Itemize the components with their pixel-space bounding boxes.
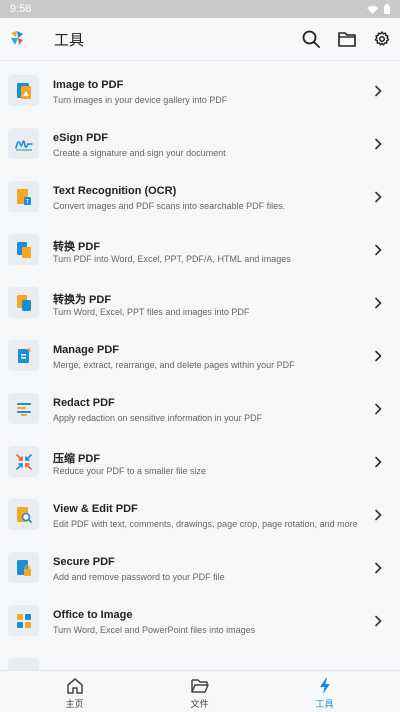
status-time: 9:58 [10, 3, 32, 15]
redact-icon [16, 402, 31, 416]
app-bar: 工具 [0, 18, 400, 60]
chevron-right-icon [375, 509, 382, 521]
page-title: 工具 [54, 32, 85, 49]
tool-title: eSign PDF [53, 132, 109, 144]
svg-text:T: T [24, 198, 29, 205]
tool-description: Edit PDF with text, comments, drawings, … [53, 519, 358, 529]
tool-item-esign-pdf[interactable]: eSign PDF Create a signature and sign yo… [0, 117, 400, 170]
lightning-icon [320, 678, 330, 694]
secure-pdf-icon [16, 559, 31, 576]
manage-pdf-icon [17, 347, 31, 363]
tool-item-redact-pdf[interactable]: Redact PDF Apply redaction on sensitive … [0, 382, 400, 435]
tool-icon-box [8, 75, 39, 106]
nav-home[interactable]: 主页 [8, 671, 141, 712]
wifi-icon [367, 5, 378, 14]
tool-icon-box [8, 128, 39, 159]
tool-description: Add and remove password to your PDF file [53, 572, 225, 582]
tool-item-convert-to-pdf[interactable]: 转换为 PDF Turn Word, Excel, PPT files and … [0, 276, 400, 329]
tool-description: Reduce your PDF to a smaller file size [53, 466, 207, 476]
chevron-right-icon [375, 456, 382, 468]
tool-description: Apply redaction on sensitive information… [53, 413, 263, 423]
home-icon [67, 678, 83, 694]
tool-description: Turn Word, Excel and PowerPoint files in… [53, 625, 256, 635]
tool-item-manage-pdf[interactable]: Manage PDF Merge, extract, rearrange, an… [0, 329, 400, 382]
tool-icon-box [8, 287, 39, 318]
tool-title: Manage PDF [53, 344, 120, 356]
tool-icon-box [8, 446, 39, 477]
tool-title: Text Recognition (OCR) [53, 185, 177, 197]
chevron-right-icon [375, 138, 382, 150]
tool-item-compress-pdf[interactable]: 压缩 PDF Reduce your PDF to a smaller file… [0, 435, 400, 488]
chevron-right-icon [375, 297, 382, 309]
image-to-pdf-icon [16, 82, 31, 99]
nav-home-label: 主页 [65, 699, 84, 709]
tool-title: Redact PDF [53, 397, 115, 409]
chevron-right-icon [375, 244, 382, 256]
tool-description: Convert images and PDF scans into search… [53, 201, 286, 211]
view-edit-icon [16, 506, 32, 523]
tool-icon-box [8, 605, 39, 636]
chevron-right-icon [375, 403, 382, 415]
nav-files[interactable]: 文件 [133, 671, 266, 712]
status-icons [367, 4, 390, 14]
tool-icon-box [8, 552, 39, 583]
app-logo-icon [11, 31, 23, 45]
nav-files-label: 文件 [190, 699, 209, 709]
tool-icon-box [8, 340, 39, 371]
tool-item-convert-pdf[interactable]: 转换 PDF Turn PDF into Word, Excel, PPT, P… [0, 223, 400, 276]
signature-icon [14, 139, 33, 150]
tool-item-view-edit-pdf[interactable]: View & Edit PDF Edit PDF with text, comm… [0, 488, 400, 541]
tool-title: View & Edit PDF [53, 503, 138, 515]
tool-icon-box [8, 499, 39, 530]
battery-icon [384, 4, 390, 14]
compress-icon [15, 453, 32, 470]
tool-title: Image to PDF [53, 79, 124, 91]
search-button[interactable] [300, 28, 322, 50]
tool-item-ocr[interactable]: T Text Recognition (OCR) Convert images … [0, 170, 400, 223]
chevron-right-icon [375, 350, 382, 362]
folder-button[interactable] [336, 28, 358, 50]
chevron-right-icon [375, 191, 382, 203]
tool-title: 转换 PDF [53, 241, 101, 253]
nav-tools-label: 工具 [315, 699, 334, 709]
tool-icon-box [8, 234, 39, 265]
convert-to-pdf-icon [16, 294, 31, 311]
tool-item-partial[interactable] [0, 647, 400, 670]
status-bar: 9:58 [0, 0, 400, 18]
tool-icon-box: T [8, 181, 39, 212]
tool-description: Turn PDF into Word, Excel, PPT, PDF/A, H… [53, 254, 291, 264]
gear-icon [374, 31, 390, 46]
nav-tools[interactable]: 工具 [258, 671, 391, 712]
settings-button[interactable] [371, 28, 393, 50]
office-to-image-icon [16, 613, 31, 628]
tool-description: Turn Word, Excel, PPT files and images i… [53, 307, 250, 317]
tool-description: Create a signature and sign your documen… [53, 148, 226, 158]
search-icon [302, 30, 320, 48]
tool-item-secure-pdf[interactable]: Secure PDF Add and remove password to yo… [0, 541, 400, 594]
tool-item-image-to-pdf[interactable]: Image to PDF Turn images in your device … [0, 64, 400, 117]
tool-icon-box [8, 658, 39, 670]
bottom-nav: 主页 文件 工具 [0, 670, 400, 712]
folder-open-icon [191, 679, 209, 693]
tool-title: Secure PDF [53, 556, 115, 568]
ocr-icon: T [16, 188, 31, 205]
chevron-right-icon [375, 562, 382, 574]
chevron-right-icon [375, 615, 382, 627]
tool-item-office-to-image[interactable]: Office to Image Turn Word, Excel and Pow… [0, 594, 400, 647]
tool-title: 压缩 PDF [53, 453, 101, 465]
tool-description: Turn images in your device gallery into … [53, 95, 228, 105]
folder-icon [338, 32, 356, 47]
tool-title: Office to Image [53, 609, 133, 621]
tool-description: Merge, extract, rearrange, and delete pa… [53, 360, 295, 370]
app-bar-divider [0, 60, 400, 61]
tool-title: 转换为 PDF [53, 294, 112, 306]
chevron-right-icon [375, 85, 382, 97]
tool-icon-box [8, 393, 39, 424]
convert-pdf-icon [16, 241, 31, 258]
